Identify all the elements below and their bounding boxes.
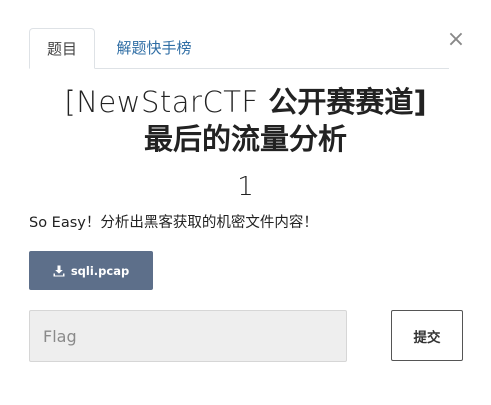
tab-bar: 题目 解题快手榜 — [29, 28, 449, 69]
challenge-description: So Easy！分析出黑客获取的机密文件内容！ — [29, 215, 318, 231]
file-download-button[interactable]: sqli.pcap — [29, 251, 153, 290]
download-icon — [53, 265, 65, 276]
tab-challenge[interactable]: 题目 — [29, 28, 95, 69]
file-name-label: sqli.pcap — [70, 263, 130, 278]
challenge-title-sub: 最后的流量分析 — [143, 122, 347, 156]
challenge-title: [NewStarCTF 公开赛赛道] 最后的流量分析 — [0, 84, 491, 158]
challenge-modal: 题目 解题快手榜 × [NewStarCTF 公开赛赛道] 最后的流量分析 1 … — [0, 0, 491, 405]
flag-input[interactable] — [29, 310, 347, 362]
submit-button[interactable]: 提交 — [391, 310, 463, 361]
tab-solves[interactable]: 解题快手榜 — [109, 28, 199, 69]
challenge-title-prefix: [NewStarCTF — [64, 85, 269, 119]
challenge-title-main: 公开赛赛道] — [268, 85, 427, 119]
challenge-points: 1 — [237, 172, 254, 202]
close-icon[interactable]: × — [445, 28, 467, 52]
